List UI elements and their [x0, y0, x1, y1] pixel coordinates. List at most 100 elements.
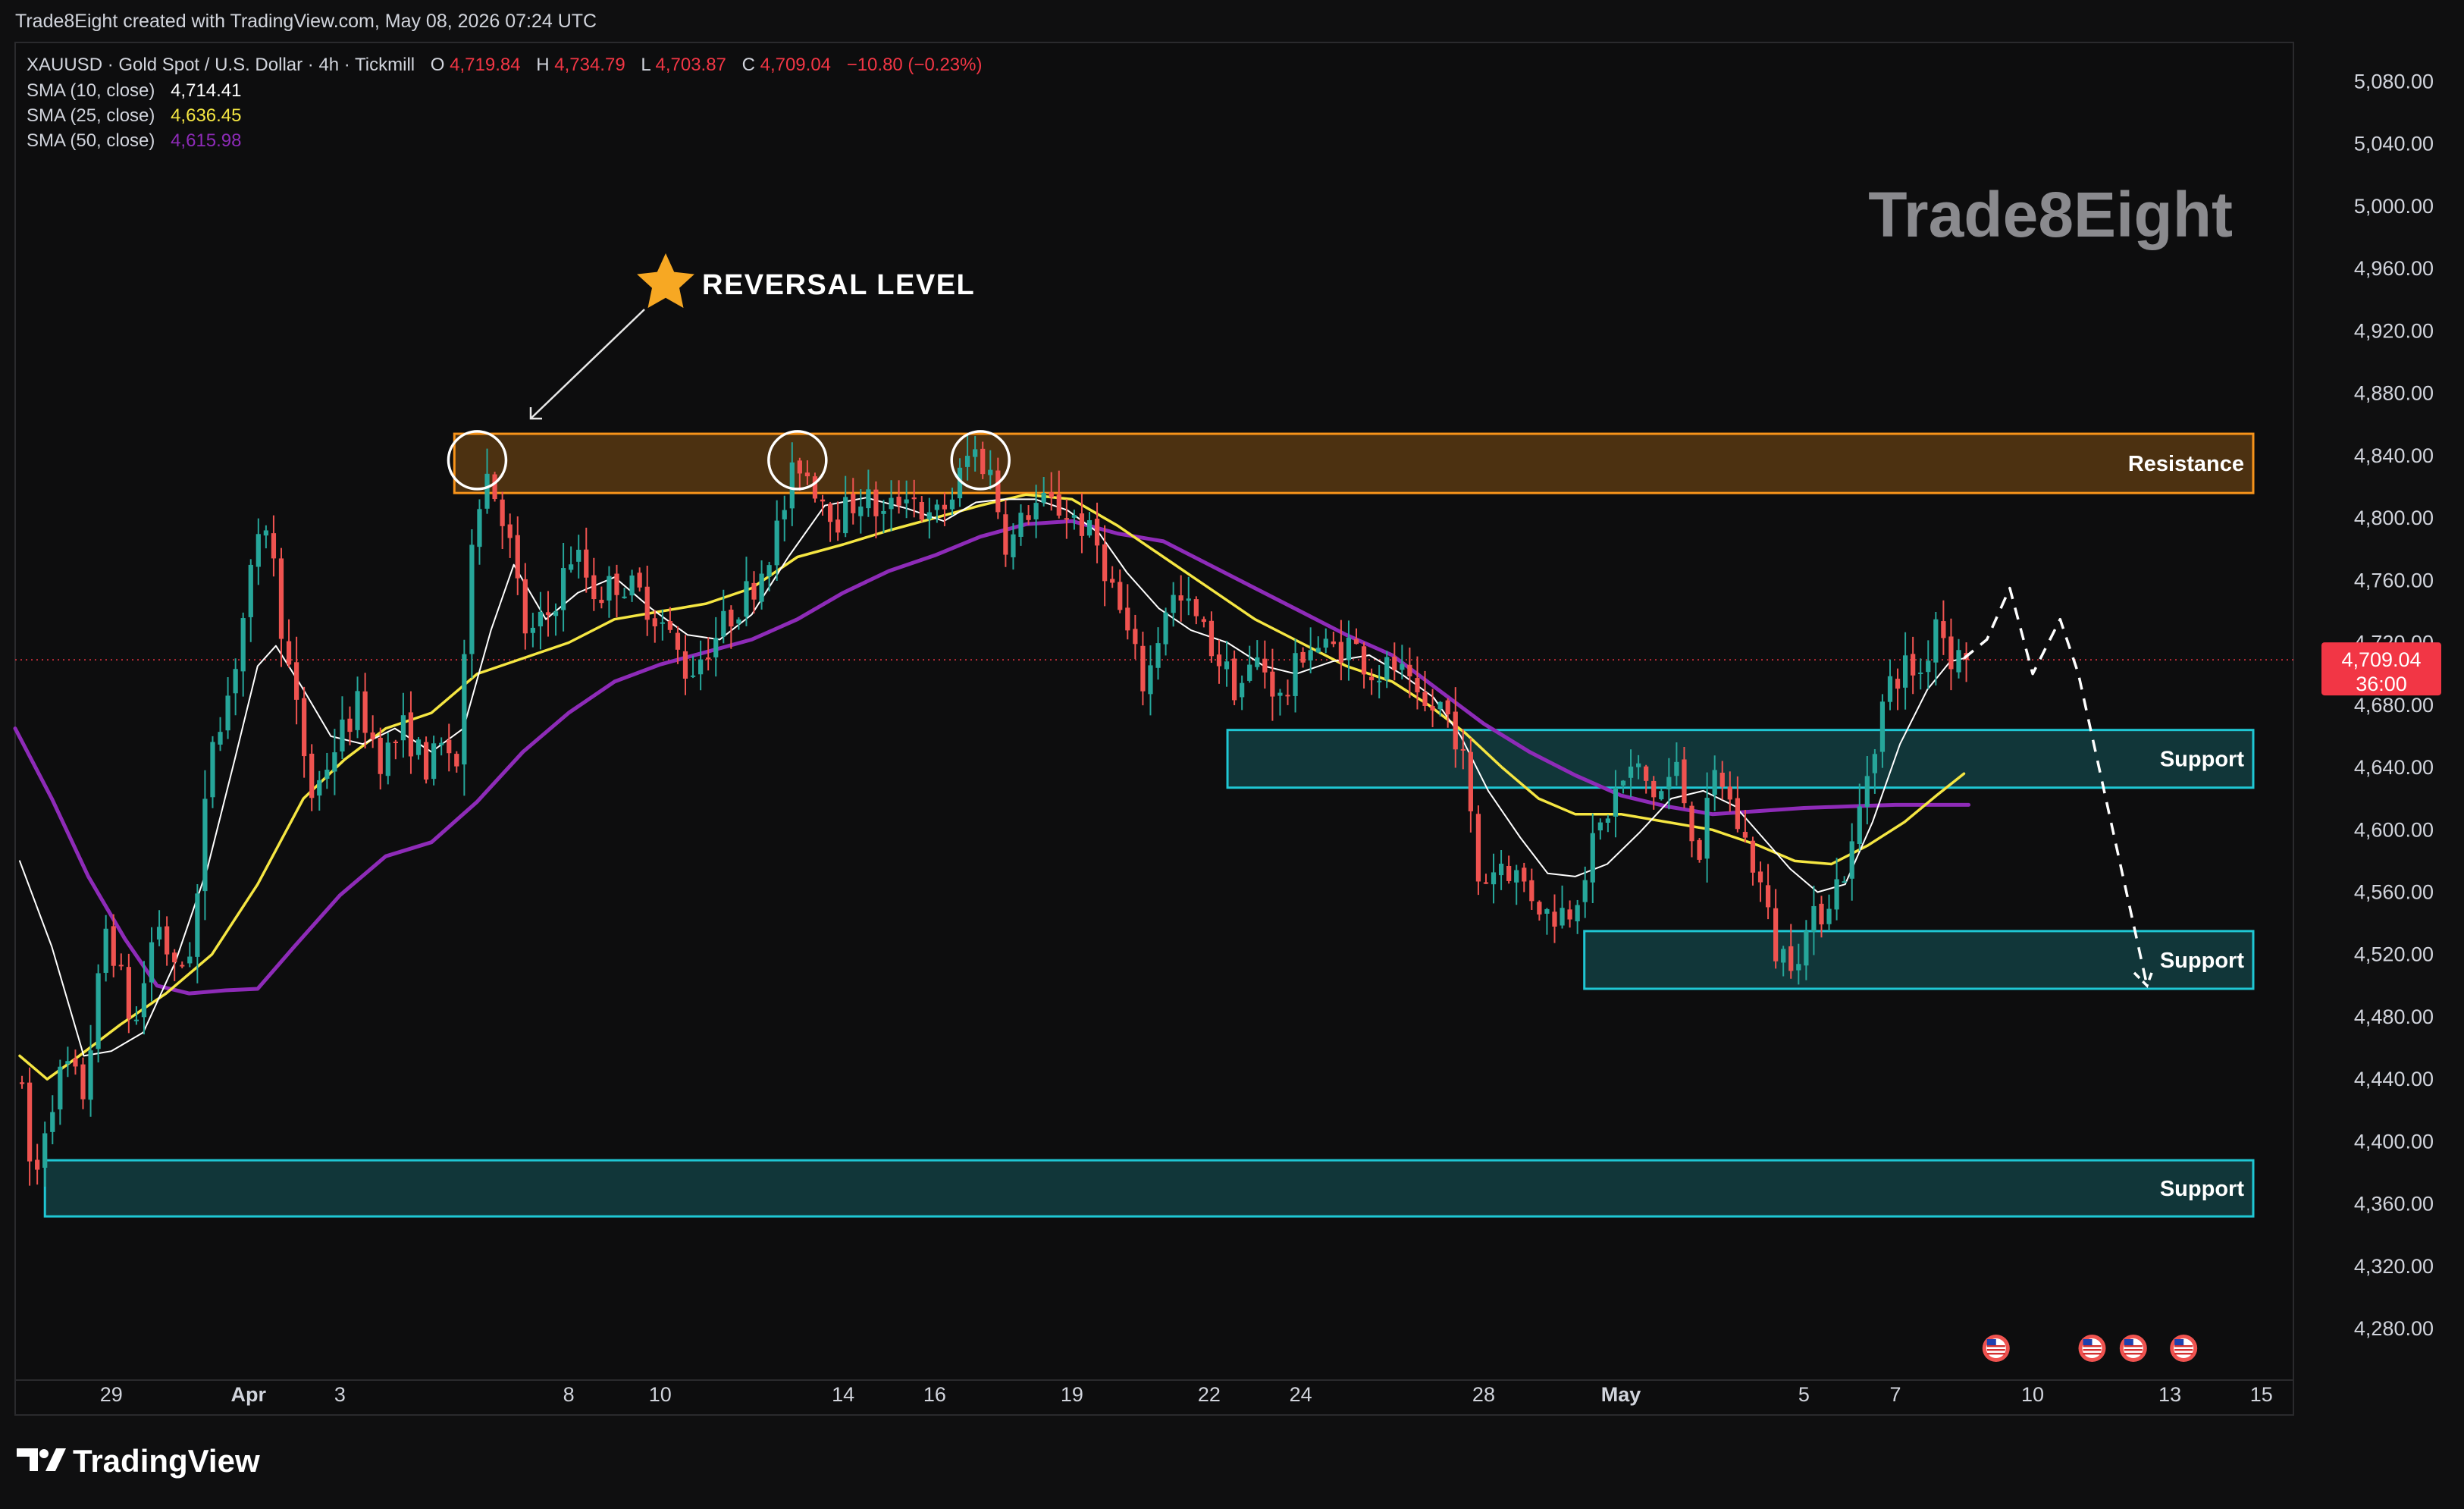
candle-body	[225, 695, 230, 731]
candle-body	[614, 573, 619, 595]
candle-body	[1361, 646, 1367, 675]
candle-body	[1674, 761, 1679, 776]
legend-sma10[interactable]: SMA (10, close) 4,714.41	[27, 80, 242, 101]
candle-body	[255, 534, 261, 567]
us-flag-event-icon-stripe	[2083, 1349, 2102, 1351]
candle-body	[690, 675, 696, 677]
zone-support-2[interactable]: Support	[1583, 930, 2255, 990]
candle-body	[1186, 598, 1191, 601]
us-flag-event-icon-stripe	[2174, 1345, 2193, 1347]
candle-body	[19, 1082, 25, 1084]
candle-body	[1834, 879, 1839, 910]
candle-body	[133, 1019, 140, 1021]
candle-body	[1208, 620, 1215, 657]
y-tick-label: 4,680.00	[2354, 694, 2434, 717]
legend-sma50[interactable]: SMA (50, close) 4,615.98	[27, 130, 242, 151]
candle-body	[812, 476, 818, 499]
us-flag-event-icon-stripe	[2174, 1353, 2193, 1355]
created-with-text: Trade8Eight created with TradingView.com…	[15, 11, 597, 32]
zone-box-0[interactable]	[453, 432, 2255, 494]
us-flag-event-icon[interactable]	[2170, 1335, 2198, 1362]
us-flag-event-icon[interactable]	[1982, 1335, 2010, 1362]
legend-o-value: 4,719.84	[450, 55, 520, 75]
zone-label-1: Support	[2160, 748, 2244, 772]
candle-body	[165, 926, 170, 955]
candle-body	[584, 549, 589, 578]
candle-body	[1757, 871, 1763, 883]
candle-body	[293, 662, 299, 700]
y-tick-label: 4,640.00	[2354, 756, 2434, 779]
candle-body	[1468, 751, 1473, 811]
legend-sma25[interactable]: SMA (25, close) 4,636.45	[27, 105, 242, 126]
candle-body	[1781, 949, 1786, 963]
candle-body	[286, 641, 292, 665]
candle-body	[126, 967, 131, 1019]
legend-sma50-label: SMA (50, close)	[27, 130, 155, 151]
candle-body	[1193, 599, 1199, 616]
legend-l-label: L	[641, 55, 650, 75]
legend-h-value: 4,734.79	[554, 55, 625, 75]
y-tick-label: 4,960.00	[2354, 257, 2434, 280]
x-tick-label: 13	[2158, 1383, 2181, 1406]
legend-sma25-label: SMA (25, close)	[27, 105, 155, 126]
candle-body	[1544, 908, 1550, 914]
candle-body	[1491, 872, 1497, 885]
candle-body	[751, 582, 757, 600]
zone-support-3[interactable]: Support	[43, 1159, 2255, 1218]
candle-body	[1377, 680, 1382, 682]
candle-body	[309, 753, 315, 798]
candle-body	[607, 576, 612, 601]
candle-body	[1064, 518, 1069, 520]
zone-resistance-0[interactable]: Resistance	[453, 432, 2255, 494]
candle-body	[1125, 607, 1130, 631]
x-tick-label: Apr	[230, 1383, 266, 1406]
candle-body	[1635, 763, 1641, 767]
candle-body	[622, 596, 627, 598]
zone-box-1[interactable]	[1226, 729, 2255, 789]
candle-body	[843, 497, 848, 534]
candle-body	[362, 691, 368, 733]
legend-h-label: H	[536, 55, 549, 75]
zone-box-2[interactable]	[1583, 930, 2255, 990]
candle-body	[851, 494, 856, 513]
legend-sma10-label: SMA (10, close)	[27, 80, 155, 101]
us-flag-event-icon[interactable]	[2078, 1335, 2106, 1362]
candle-body	[1003, 514, 1008, 555]
candle-body	[1437, 701, 1443, 710]
candle-body	[904, 499, 909, 504]
candle-body	[988, 469, 993, 475]
candle-body	[1308, 650, 1313, 660]
candle-body	[667, 621, 673, 630]
zone-box-3[interactable]	[43, 1159, 2255, 1218]
candle-body	[1445, 700, 1450, 715]
zone-support-1[interactable]: Support	[1226, 729, 2255, 789]
candle-body	[766, 565, 772, 577]
candle-body	[469, 544, 475, 654]
candle-body	[1033, 503, 1039, 519]
candle-body	[1155, 643, 1161, 668]
candle-body	[1011, 534, 1016, 557]
candle-body	[1804, 930, 1809, 966]
candle-body	[1049, 491, 1054, 497]
us-flag-event-icon-stripe	[2174, 1349, 2193, 1351]
us-flag-event-icon[interactable]	[2119, 1335, 2147, 1362]
candle-body	[637, 573, 642, 588]
candle-body	[96, 973, 101, 1049]
candle	[1697, 838, 1702, 863]
candle-body	[774, 520, 779, 566]
candle-body	[340, 719, 345, 752]
legend-sma50-value: 4,615.98	[171, 130, 241, 151]
candle-body	[103, 928, 108, 973]
legend-change: −10.80 (−0.23%)	[847, 55, 983, 75]
candle-body	[500, 499, 505, 526]
us-flag-event-icon-stripe	[1986, 1345, 2005, 1347]
us-flag-event-icon-stripe	[2124, 1345, 2143, 1347]
candle-body	[1460, 748, 1466, 751]
candle-body	[88, 1050, 93, 1100]
candle-body	[1071, 515, 1077, 518]
candle-body	[1887, 676, 1893, 702]
candle-body	[1422, 692, 1428, 706]
candle-body	[949, 499, 955, 510]
candle-body	[65, 1061, 71, 1065]
candle-body	[729, 609, 734, 627]
